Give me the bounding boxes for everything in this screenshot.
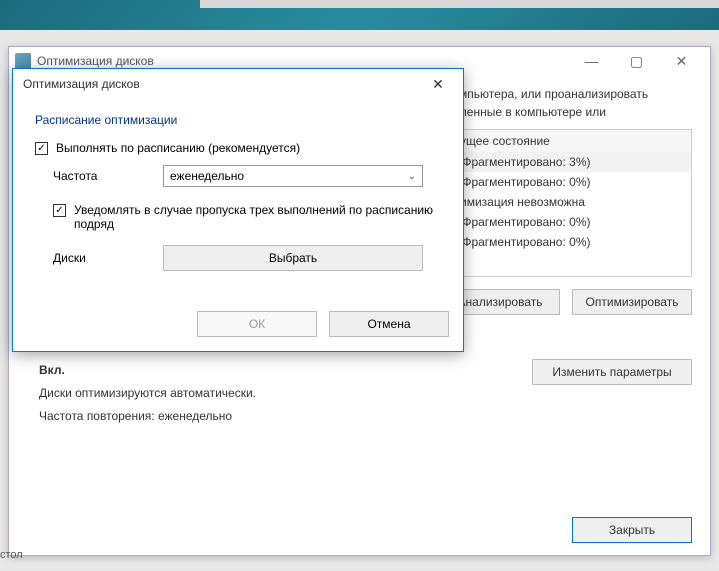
section-heading: Расписание оптимизации	[35, 113, 441, 127]
close-dialog-button[interactable]: Закрыть	[572, 517, 692, 543]
schedule-status: Вкл.	[39, 359, 256, 382]
change-settings-button[interactable]: Изменить параметры	[532, 359, 692, 385]
run-on-schedule-label: Выполнять по расписанию (рекомендуется)	[56, 141, 300, 155]
cancel-button[interactable]: Отмена	[329, 311, 449, 337]
app-icon	[15, 53, 31, 69]
frequency-value: еженедельно	[170, 169, 244, 183]
notify-missed-label: Уведомлять в случае пропуска трех выполн…	[74, 203, 441, 231]
choose-disks-button[interactable]: Выбрать	[163, 245, 423, 271]
window-title: Оптимизация дисков	[37, 54, 154, 68]
dialog-close-button[interactable]: ✕	[423, 69, 453, 99]
optimize-button[interactable]: Оптимизировать	[572, 289, 692, 315]
dialog-title: Оптимизация дисков	[23, 77, 140, 91]
schedule-auto-text: Диски оптимизируются автоматически.	[39, 382, 256, 405]
schedule-frequency-text: Частота повторения: еженедельно	[39, 405, 256, 428]
close-button[interactable]: ✕	[659, 47, 704, 75]
schedule-settings-dialog: Оптимизация дисков ✕ Расписание оптимиза…	[12, 68, 464, 352]
maximize-button[interactable]: ▢	[614, 47, 659, 75]
frequency-select[interactable]: еженедельно ⌄	[163, 165, 423, 187]
disks-label: Диски	[53, 251, 143, 265]
run-on-schedule-checkbox[interactable]: ✓	[35, 142, 48, 155]
ok-button[interactable]: ОК	[197, 311, 317, 337]
notify-missed-checkbox[interactable]: ✓	[53, 204, 66, 217]
frequency-label: Частота	[53, 169, 143, 183]
dialog-titlebar[interactable]: Оптимизация дисков ✕	[13, 69, 463, 99]
minimize-button[interactable]: —	[569, 47, 614, 75]
chevron-down-icon: ⌄	[408, 171, 416, 182]
desktop-icon-label: стол	[0, 549, 23, 561]
